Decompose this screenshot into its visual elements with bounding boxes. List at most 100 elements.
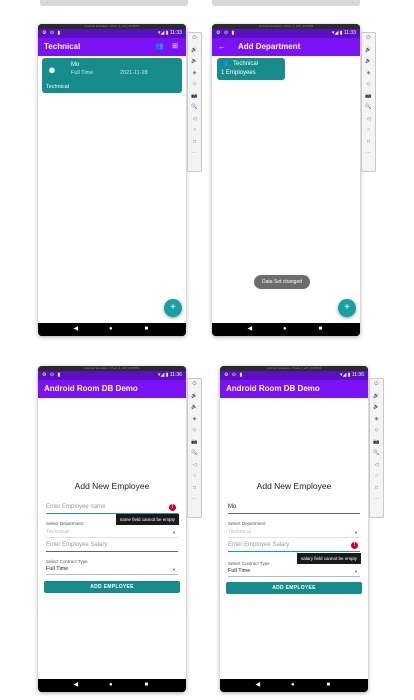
volume-up-icon[interactable]: 🔊 bbox=[370, 391, 383, 403]
nav-back-icon[interactable]: ◀ bbox=[248, 323, 253, 336]
app-bar: Technical 👥 ⊞ bbox=[38, 38, 186, 56]
overview-icon[interactable]: □ bbox=[188, 137, 201, 149]
zoom-icon[interactable]: 🔍 bbox=[188, 102, 201, 114]
back-icon[interactable]: ◁ bbox=[188, 460, 201, 472]
volume-up-icon[interactable]: 🔊 bbox=[188, 391, 201, 403]
rotate-left-icon[interactable]: ◈ bbox=[188, 414, 201, 426]
add-employee-button[interactable]: ADD EMPLOYEE bbox=[226, 582, 362, 594]
zoom-icon[interactable]: 🔍 bbox=[370, 448, 383, 460]
volume-down-icon[interactable]: 🔉 bbox=[188, 56, 201, 68]
power-icon[interactable]: ⏻ bbox=[370, 379, 383, 391]
employee-salary-input[interactable]: Enter Employee Salary bbox=[46, 540, 178, 552]
department-spinner[interactable]: Technical ▼ bbox=[46, 528, 178, 538]
dropdown-arrow-icon: ▼ bbox=[172, 530, 176, 535]
people-icon[interactable]: 👥 bbox=[155, 38, 164, 56]
employee-name-input[interactable]: Enter Employee name bbox=[46, 502, 178, 514]
back-icon[interactable]: ◁ bbox=[362, 114, 375, 126]
camera-icon[interactable]: 📷 bbox=[188, 91, 201, 103]
app-bar-title: Android Room DB Demo bbox=[44, 384, 138, 393]
more-icon[interactable]: ⋯ bbox=[362, 148, 375, 160]
status-time: ▾◢ ▮ 11:36 bbox=[157, 372, 182, 378]
add-employee-button[interactable]: ADD EMPLOYEE bbox=[44, 581, 180, 593]
dropdown-arrow-icon: ▼ bbox=[354, 530, 358, 535]
nav-recent-icon[interactable]: ■ bbox=[319, 323, 323, 336]
rotate-right-icon[interactable]: ◇ bbox=[362, 79, 375, 91]
volume-down-icon[interactable]: 🔉 bbox=[188, 402, 201, 414]
contract-value: Full Time bbox=[228, 568, 251, 574]
home-icon[interactable]: ○ bbox=[362, 125, 375, 137]
overview-icon[interactable]: □ bbox=[188, 483, 201, 495]
nav-back-icon[interactable]: ◀ bbox=[74, 679, 79, 692]
device-frame: Android Emulator - Pixel_4_API_30:5554 ⚙… bbox=[38, 366, 186, 692]
home-icon[interactable]: ○ bbox=[188, 471, 201, 483]
nav-home-icon[interactable]: ● bbox=[109, 679, 113, 692]
back-icon[interactable]: ◁ bbox=[188, 114, 201, 126]
status-bar: ⚙ ⊙ ▮ ▾◢ ▮ 11:33 bbox=[38, 29, 186, 38]
nav-back-icon[interactable]: ◀ bbox=[74, 323, 79, 336]
employee-name-input[interactable]: Mo bbox=[228, 502, 360, 514]
nav-back-icon[interactable]: ◀ bbox=[256, 679, 261, 692]
zoom-icon[interactable]: 🔍 bbox=[362, 102, 375, 114]
grid-icon[interactable]: ⊞ bbox=[172, 38, 178, 56]
rotate-right-icon[interactable]: ◇ bbox=[188, 425, 201, 437]
camera-icon[interactable]: 📷 bbox=[188, 437, 201, 449]
employee-salary-input[interactable]: Enter Employee Salary bbox=[228, 540, 360, 552]
device-frame: Android Emulator - Pixel_4_API_30:5554 ⚙… bbox=[220, 366, 368, 692]
department-value: Technical bbox=[228, 529, 251, 535]
power-icon[interactable]: ⏻ bbox=[188, 33, 201, 45]
group-icon: 👥 bbox=[221, 61, 228, 67]
camera-icon[interactable]: 📷 bbox=[362, 91, 375, 103]
more-icon[interactable]: ⋯ bbox=[370, 494, 383, 506]
nav-recent-icon[interactable]: ■ bbox=[145, 323, 149, 336]
nav-recent-icon[interactable]: ■ bbox=[145, 679, 149, 692]
status-bar: ⚙ ⊙ ▮ ▾◢ ▮ 11:33 bbox=[212, 29, 360, 38]
rotate-right-icon[interactable]: ◇ bbox=[370, 425, 383, 437]
power-icon[interactable]: ⏻ bbox=[188, 379, 201, 391]
nav-home-icon[interactable]: ● bbox=[291, 679, 295, 692]
add-fab-button[interactable]: + bbox=[338, 299, 356, 317]
home-icon[interactable]: ○ bbox=[370, 471, 383, 483]
app-bar-title: Android Room DB Demo bbox=[226, 384, 320, 393]
employee-card[interactable]: ● Mo Full Time 2021-11-28 Technical bbox=[42, 58, 182, 93]
more-icon[interactable]: ⋯ bbox=[188, 494, 201, 506]
department-spinner[interactable]: Technical ▼ bbox=[228, 528, 360, 538]
status-icons: ⚙ ⊙ ▮ bbox=[42, 372, 62, 378]
app-bar-title: Technical bbox=[44, 42, 81, 51]
home-icon[interactable]: ○ bbox=[188, 125, 201, 137]
back-icon[interactable]: ◁ bbox=[370, 460, 383, 472]
volume-up-icon[interactable]: 🔊 bbox=[362, 45, 375, 57]
status-icons: ⚙ ⊙ ▮ bbox=[42, 30, 62, 36]
overview-icon[interactable]: □ bbox=[370, 483, 383, 495]
power-icon[interactable]: ⏻ bbox=[362, 33, 375, 45]
zoom-icon[interactable]: 🔍 bbox=[188, 448, 201, 460]
rotate-left-icon[interactable]: ◈ bbox=[362, 68, 375, 80]
app-bar: ← Add Department bbox=[212, 38, 360, 56]
rotate-left-icon[interactable]: ◈ bbox=[370, 414, 383, 426]
more-icon[interactable]: ⋯ bbox=[188, 148, 201, 160]
add-fab-button[interactable]: + bbox=[164, 299, 182, 317]
volume-down-icon[interactable]: 🔉 bbox=[362, 56, 375, 68]
rotate-left-icon[interactable]: ◈ bbox=[188, 68, 201, 80]
contract-spinner[interactable]: Full Time ▼ bbox=[46, 565, 178, 575]
arrow-back-icon[interactable]: ← bbox=[218, 38, 226, 56]
department-card[interactable]: 👥 Technical 1 Employees bbox=[217, 58, 285, 80]
dropdown-arrow-icon: ▼ bbox=[172, 567, 176, 572]
emulator-window-3: Android Emulator - Pixel_4_API_30:5554 ⚙… bbox=[38, 366, 202, 692]
camera-icon[interactable]: 📷 bbox=[370, 437, 383, 449]
contract-spinner[interactable]: Full Time ▼ bbox=[228, 567, 360, 577]
volume-up-icon[interactable]: 🔊 bbox=[188, 45, 201, 57]
nav-home-icon[interactable]: ● bbox=[109, 323, 113, 336]
status-icons: ⚙ ⊙ ▮ bbox=[216, 30, 236, 36]
employee-date: 2021-11-28 bbox=[120, 70, 148, 76]
volume-down-icon[interactable]: 🔉 bbox=[370, 402, 383, 414]
overview-icon[interactable]: □ bbox=[362, 137, 375, 149]
emulator-window-4: Android Emulator - Pixel_4_API_30:5554 ⚙… bbox=[220, 366, 384, 692]
rotate-right-icon[interactable]: ◇ bbox=[188, 79, 201, 91]
status-bar: ⚙ ⊙ ▮ ▾◢ ▮ 11:36 bbox=[220, 371, 368, 380]
nav-home-icon[interactable]: ● bbox=[283, 323, 287, 336]
screen-content: Add New Employee Enter Employee name ! n… bbox=[38, 398, 186, 679]
nav-bar: ◀ ● ■ bbox=[38, 323, 186, 336]
nav-recent-icon[interactable]: ■ bbox=[327, 679, 331, 692]
emulator-side-toolbar: ⏻ 🔊 🔉 ◈ ◇ 📷 🔍 ◁ ○ □ ⋯ bbox=[369, 378, 384, 518]
name-error-popup: name field cannot be empty bbox=[115, 514, 179, 525]
